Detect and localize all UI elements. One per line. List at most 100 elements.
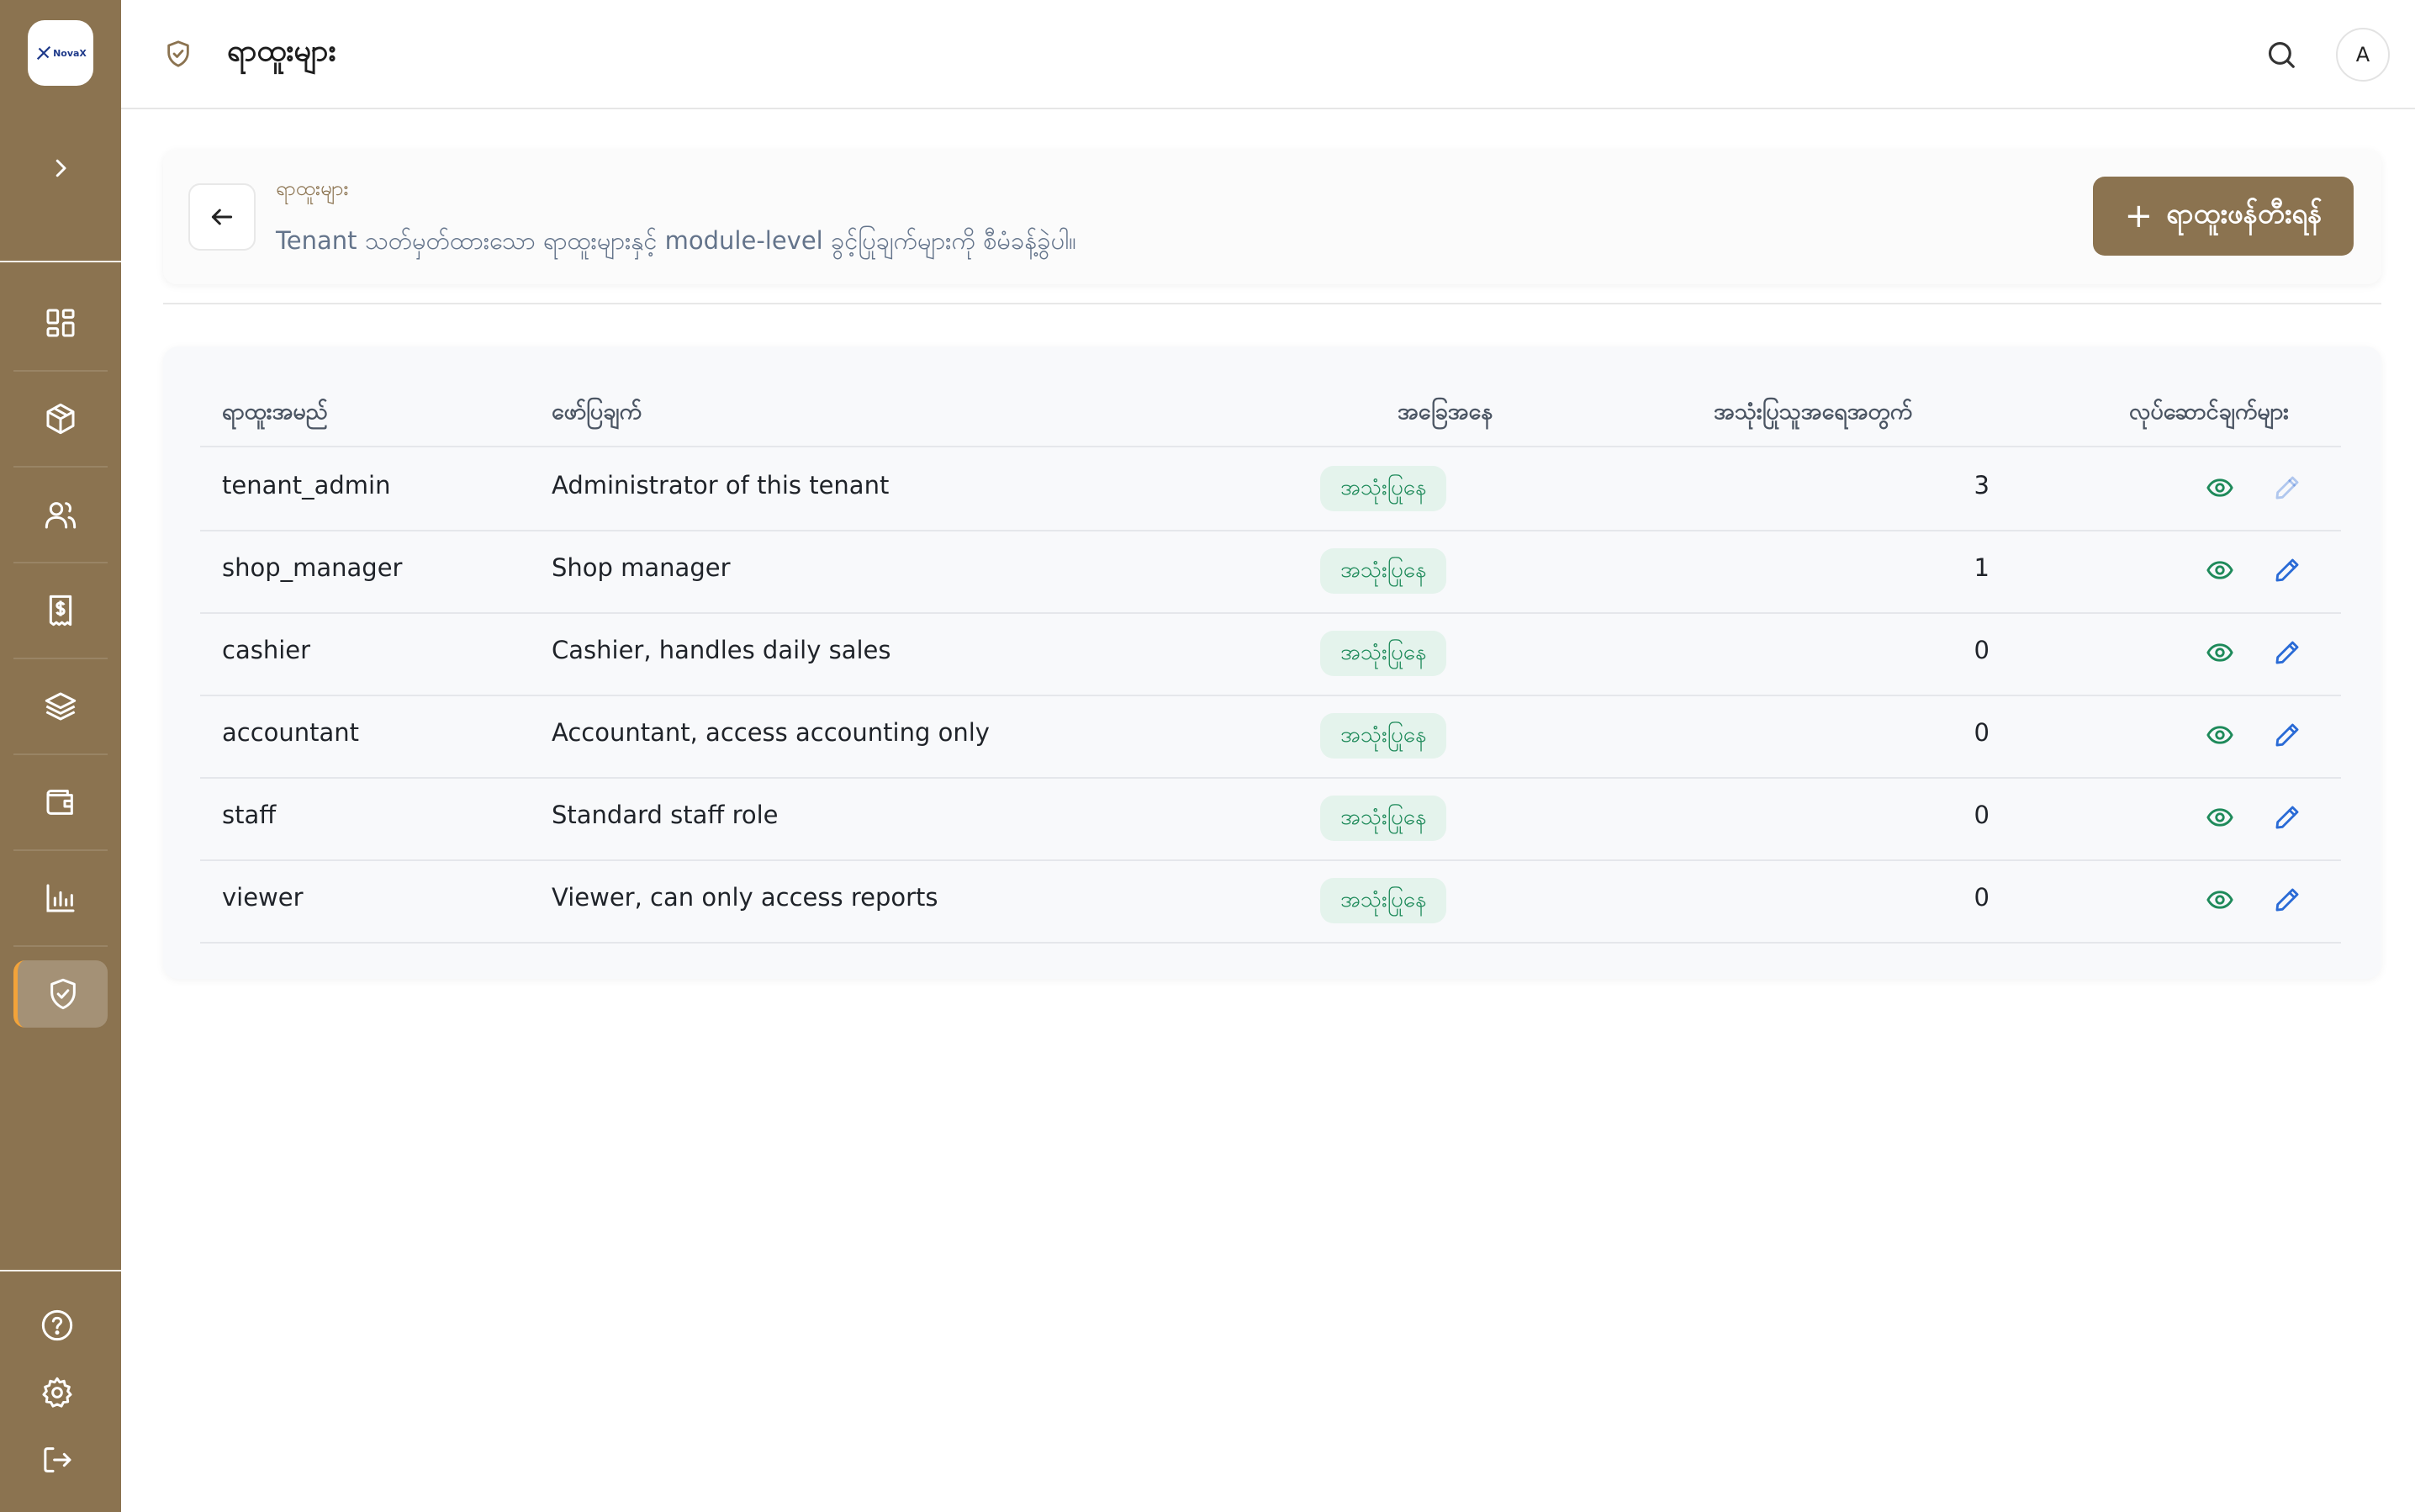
user-count: 3 bbox=[1974, 471, 1990, 500]
page-subtitle: Tenant သတ်မှတ်ထားသော ရာထူးများနှင့် modu… bbox=[276, 226, 1076, 255]
user-avatar[interactable]: A bbox=[2336, 28, 2390, 82]
status-badge: အသုံးပြုနေ bbox=[1320, 878, 1447, 923]
users-icon bbox=[45, 502, 77, 529]
role-name: accountant bbox=[222, 718, 360, 747]
search-button[interactable] bbox=[2262, 35, 2301, 74]
box-icon bbox=[46, 403, 75, 435]
view-button[interactable] bbox=[2203, 883, 2237, 917]
receipt-icon bbox=[49, 595, 72, 626]
chevron-right-icon bbox=[55, 159, 66, 177]
nav-separator bbox=[13, 466, 108, 468]
view-button[interactable] bbox=[2203, 553, 2237, 587]
view-button[interactable] bbox=[2203, 471, 2237, 505]
nav-separator bbox=[13, 562, 108, 563]
sidebar-item-reports[interactable] bbox=[13, 864, 108, 932]
pencil-icon bbox=[2275, 558, 2299, 582]
edit-button bbox=[2270, 471, 2304, 505]
status-badge: အသုံးပြုနေ bbox=[1320, 466, 1447, 511]
sidebar-item-sales[interactable] bbox=[13, 577, 108, 644]
role-description: Accountant, access accounting only bbox=[552, 718, 990, 747]
sidebar-item-inventory[interactable] bbox=[13, 673, 108, 740]
column-header-status[interactable]: အခြေအနေ bbox=[1398, 397, 1493, 431]
breadcrumb: ရာထူးများ bbox=[276, 177, 349, 200]
logo-text: NovaX bbox=[53, 47, 87, 59]
column-header-name[interactable]: ရာထူးအမည် bbox=[222, 397, 328, 431]
help-icon bbox=[41, 1309, 73, 1341]
role-description: Administrator of this tenant bbox=[552, 471, 890, 500]
edit-button[interactable] bbox=[2270, 883, 2304, 917]
user-count: 0 bbox=[1974, 801, 1990, 829]
role-description: Cashier, handles daily sales bbox=[552, 636, 891, 664]
status-badge: အသုံးပြုနေ bbox=[1320, 548, 1447, 594]
eye-icon bbox=[2206, 891, 2233, 909]
user-count: 0 bbox=[1974, 718, 1990, 747]
view-button[interactable] bbox=[2203, 636, 2237, 669]
view-button[interactable] bbox=[2203, 801, 2237, 834]
role-name: shop_manager bbox=[222, 553, 403, 582]
sidebar-item-roles[interactable] bbox=[13, 960, 108, 1028]
pencil-icon bbox=[2275, 723, 2299, 747]
plus-icon: + bbox=[2124, 197, 2153, 235]
table-row[interactable]: viewer Viewer, can only access reports အသု… bbox=[200, 859, 2341, 942]
column-header-description[interactable]: ဖော်ပြချက် bbox=[552, 397, 642, 431]
pencil-icon bbox=[2275, 476, 2299, 500]
sidebar-item-finance[interactable] bbox=[13, 769, 108, 836]
status-badge: အသုံးပြုနေ bbox=[1320, 796, 1447, 841]
roles-table: ရာထူးအမည် ဖော်ပြချက် အခြေအနေ အသုံးပြုသူအ… bbox=[163, 346, 2381, 979]
edit-button[interactable] bbox=[2270, 636, 2304, 669]
edit-button[interactable] bbox=[2270, 553, 2304, 587]
page-title: ရာထူးများ bbox=[227, 34, 336, 68]
settings-button[interactable] bbox=[37, 1372, 77, 1413]
role-name: cashier bbox=[222, 636, 311, 664]
table-row[interactable]: shop_manager Shop manager အသုံးပြုနေ 1 bbox=[200, 530, 2341, 612]
sidebar-divider bbox=[0, 1270, 121, 1271]
wallet-icon bbox=[46, 790, 73, 815]
eye-icon bbox=[2206, 726, 2233, 744]
status-badge: အသုံးပြုနေ bbox=[1320, 713, 1447, 759]
layers-icon bbox=[45, 692, 77, 721]
pencil-icon bbox=[2275, 641, 2299, 664]
shield-check-icon bbox=[50, 978, 76, 1010]
sidebar-expand-button[interactable] bbox=[42, 150, 79, 187]
sidebar: NovaX bbox=[0, 0, 121, 1512]
table-row[interactable]: tenant_admin Administrator of this tenant… bbox=[200, 447, 2341, 530]
sidebar-item-products[interactable] bbox=[13, 385, 108, 452]
settings-icon bbox=[42, 1377, 72, 1408]
status-badge: အသုံးပြုနေ bbox=[1320, 631, 1447, 676]
nav-separator bbox=[13, 753, 108, 755]
create-role-label: ရာထူးဖန်တီးရန် bbox=[2166, 196, 2323, 230]
role-description: Viewer, can only access reports bbox=[552, 883, 938, 912]
edit-button[interactable] bbox=[2270, 718, 2304, 752]
logout-icon bbox=[44, 1447, 71, 1472]
nav-separator bbox=[13, 849, 108, 851]
edit-button[interactable] bbox=[2270, 801, 2304, 834]
eye-icon bbox=[2206, 643, 2233, 662]
sidebar-item-users[interactable] bbox=[13, 481, 108, 548]
brand-logo[interactable]: NovaX bbox=[28, 20, 93, 86]
eye-icon bbox=[2206, 808, 2233, 827]
role-name: viewer bbox=[222, 883, 304, 912]
search-icon bbox=[2268, 41, 2295, 68]
arrow-left-icon bbox=[211, 209, 233, 225]
role-name: tenant_admin bbox=[222, 471, 391, 500]
user-count: 0 bbox=[1974, 883, 1990, 912]
view-button[interactable] bbox=[2203, 718, 2237, 752]
header-shield-icon bbox=[161, 37, 195, 71]
role-description: Standard staff role bbox=[552, 801, 779, 829]
nav-separator bbox=[13, 945, 108, 947]
pencil-icon bbox=[2275, 806, 2299, 829]
shield-check-icon bbox=[167, 40, 189, 67]
help-button[interactable] bbox=[37, 1305, 77, 1345]
sidebar-divider bbox=[0, 261, 121, 262]
table-row[interactable]: cashier Cashier, handles daily sales အသုံး… bbox=[200, 612, 2341, 695]
logo-mark-icon bbox=[36, 45, 51, 61]
sidebar-item-dashboard[interactable] bbox=[13, 289, 108, 357]
table-row[interactable]: accountant Accountant, access accounting … bbox=[200, 695, 2341, 777]
nav-separator bbox=[13, 370, 108, 372]
logout-button[interactable] bbox=[37, 1440, 77, 1480]
dashboard-icon bbox=[46, 309, 75, 337]
create-role-button[interactable]: + ရာထူးဖန်တီးရန် bbox=[2093, 177, 2354, 256]
table-row[interactable]: staff Standard staff role အသုံးပြုနေ 0 bbox=[200, 777, 2341, 859]
back-button[interactable] bbox=[188, 183, 256, 251]
column-header-user-count[interactable]: အသုံးပြုသူအရေအတွက် bbox=[1714, 397, 1912, 431]
